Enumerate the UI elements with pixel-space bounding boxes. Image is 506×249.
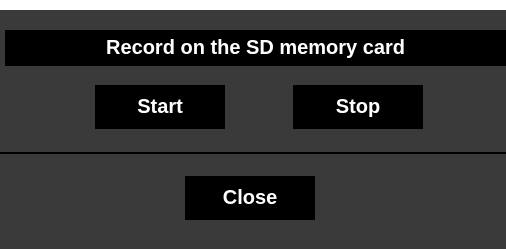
sd-record-dialog: Record on the SD memory card Start Stop … — [0, 10, 506, 249]
dialog-title: Record on the SD memory card — [5, 30, 506, 66]
divider — [0, 152, 506, 154]
stop-button[interactable]: Stop — [293, 85, 423, 129]
start-button[interactable]: Start — [95, 85, 225, 129]
close-button[interactable]: Close — [185, 176, 315, 220]
